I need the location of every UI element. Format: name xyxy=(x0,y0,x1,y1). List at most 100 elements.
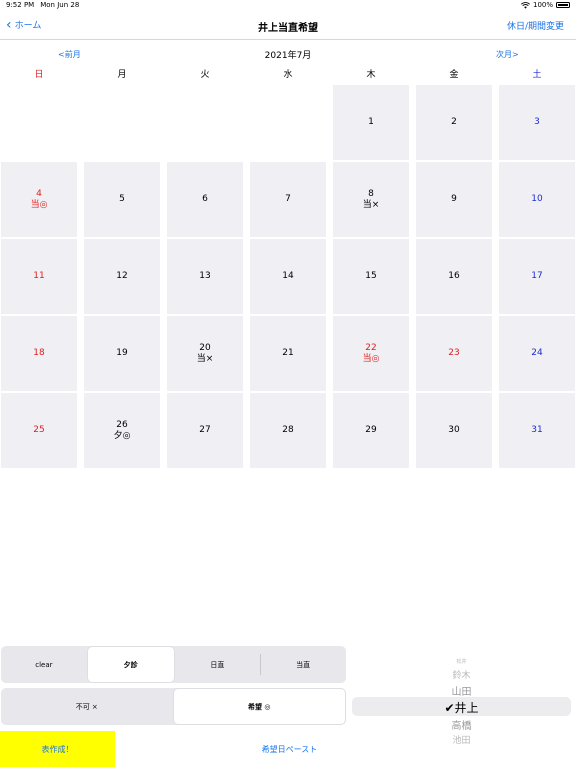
duty-mark: 当× xyxy=(196,353,214,364)
calendar-day-cell[interactable]: 28 xyxy=(250,393,326,468)
day-number: 14 xyxy=(282,271,294,281)
picker-row[interactable]: 高橋 xyxy=(352,717,571,732)
calendar-day-cell[interactable]: 23 xyxy=(416,316,492,391)
page-title: 井上当直希望 xyxy=(258,23,318,34)
day-number: 15 xyxy=(365,271,377,281)
calendar-day-cell[interactable]: 19 xyxy=(84,316,160,391)
month-title: 2021年7月 xyxy=(264,51,312,61)
calendar-day-cell[interactable]: 25 xyxy=(1,393,77,468)
day-number: 26 xyxy=(116,419,128,430)
make-table-button[interactable]: 表作成！ xyxy=(0,731,115,767)
day-number: 20 xyxy=(199,342,211,353)
weekday-sat: 土 xyxy=(532,70,542,80)
checkmark-icon: ✔ xyxy=(444,701,455,715)
calendar-day-cell[interactable]: 21 xyxy=(250,316,326,391)
day-number: 23 xyxy=(448,348,460,358)
day-number: 25 xyxy=(33,425,45,435)
shift-option-clear[interactable]: clear xyxy=(1,646,87,683)
calendar-day-cell[interactable]: 12 xyxy=(84,239,160,314)
calendar-day-cell[interactable]: 3 xyxy=(499,85,575,160)
weekday-sun: 日 xyxy=(34,70,44,80)
calendar-day-cell[interactable]: 24 xyxy=(499,316,575,391)
calendar-day-cell[interactable]: 27 xyxy=(167,393,243,468)
weekday-tue: 火 xyxy=(200,70,210,80)
day-number: 29 xyxy=(365,425,377,435)
weekday-fri: 金 xyxy=(449,70,459,80)
duty-mark: 当◎ xyxy=(30,199,48,210)
status-bar: 9:52 PM Mon Jun 28 100% xyxy=(0,0,576,12)
day-number: 13 xyxy=(199,271,211,281)
picker-row[interactable]: 鈴木 xyxy=(352,668,571,681)
picker-row[interactable]: 松井 xyxy=(352,658,571,665)
calendar-day-cell[interactable]: 11 xyxy=(1,239,77,314)
calendar-day-cell[interactable]: 6 xyxy=(167,162,243,237)
calendar-day-cell[interactable]: 9 xyxy=(416,162,492,237)
day-number: 6 xyxy=(202,194,208,204)
day-number: 24 xyxy=(531,348,543,358)
calendar-day-cell[interactable]: 17 xyxy=(499,239,575,314)
day-number: 8 xyxy=(368,188,374,199)
day-number: 18 xyxy=(33,348,45,358)
calendar-day-cell[interactable]: 1 xyxy=(333,85,409,160)
day-number: 10 xyxy=(531,194,543,204)
weekday-mon: 月 xyxy=(117,70,127,80)
calendar-day-cell[interactable]: 16 xyxy=(416,239,492,314)
shift-option-evening[interactable]: 夕診 xyxy=(87,647,174,682)
day-number: 16 xyxy=(448,271,460,281)
calendar-day-cell[interactable]: 5 xyxy=(84,162,160,237)
calendar-empty-cell xyxy=(1,85,77,160)
calendar-day-cell[interactable]: 30 xyxy=(416,393,492,468)
calendar-day-cell[interactable]: 31 xyxy=(499,393,575,468)
picker-row[interactable]: 池田 xyxy=(352,733,571,746)
calendar-day-cell[interactable]: 15 xyxy=(333,239,409,314)
day-number: 21 xyxy=(282,348,294,358)
calendar-day-cell[interactable]: 29 xyxy=(333,393,409,468)
name-picker[interactable]: 松井 鈴木 山田 ✔井上 高橋 池田 xyxy=(352,652,571,752)
next-month-button[interactable]: 次月> xyxy=(496,49,519,60)
holiday-period-change-button[interactable]: 休日/期間変更 xyxy=(507,19,564,32)
navigation-bar: ‹ ホーム 井上当直希望 休日/期間変更 xyxy=(0,12,576,40)
day-number: 17 xyxy=(531,271,543,281)
calendar-empty-cell xyxy=(84,85,160,160)
day-number: 27 xyxy=(199,425,211,435)
status-time: 9:52 PM xyxy=(6,1,35,9)
month-header: <前月 2021年7月 次月> xyxy=(0,46,576,62)
calendar-empty-cell xyxy=(167,85,243,160)
calendar-day-cell[interactable]: 20 当× xyxy=(167,316,243,391)
calendar-day-cell[interactable]: 4 当◎ xyxy=(1,162,77,237)
day-number: 31 xyxy=(531,425,543,435)
duty-mark: 夕◎ xyxy=(113,430,131,441)
preference-option-unavailable[interactable]: 不可 × xyxy=(1,688,173,725)
day-number: 7 xyxy=(285,194,291,204)
calendar-day-cell[interactable]: 13 xyxy=(167,239,243,314)
day-number: 22 xyxy=(365,342,377,353)
shift-option-day-duty[interactable]: 日直 xyxy=(175,646,261,683)
battery-icon xyxy=(556,2,570,8)
day-number: 1 xyxy=(368,117,374,127)
paste-wish-days-button[interactable]: 希望日ペースト xyxy=(232,731,347,767)
calendar-day-cell[interactable]: 22 当◎ xyxy=(333,316,409,391)
day-number: 3 xyxy=(534,117,540,127)
picker-row-selected[interactable]: ✔井上 xyxy=(352,699,571,716)
day-number: 5 xyxy=(119,194,125,204)
picker-row[interactable]: 山田 xyxy=(352,683,571,698)
weekday-wed: 水 xyxy=(283,70,293,80)
picker-selected-name: 井上 xyxy=(454,701,479,715)
shift-type-segmented-control: clear 夕診 日直 当直 xyxy=(1,646,346,683)
calendar-day-cell[interactable]: 26 夕◎ xyxy=(84,393,160,468)
battery-percent: 100% xyxy=(532,1,553,9)
preference-option-wish[interactable]: 希望 ◎ xyxy=(173,689,345,724)
duty-mark: 当× xyxy=(362,199,380,210)
calendar-day-cell[interactable]: 18 xyxy=(1,316,77,391)
day-number: 11 xyxy=(33,271,45,281)
weekday-header: 日 月 火 水 木 金 土 xyxy=(0,66,576,82)
calendar-day-cell[interactable]: 14 xyxy=(250,239,326,314)
calendar-day-cell[interactable]: 10 xyxy=(499,162,575,237)
duty-mark: 当◎ xyxy=(362,353,380,364)
calendar-day-cell[interactable]: 2 xyxy=(416,85,492,160)
calendar-day-cell[interactable]: 8 当× xyxy=(333,162,409,237)
calendar-day-cell[interactable]: 7 xyxy=(250,162,326,237)
day-number: 19 xyxy=(116,348,128,358)
day-number: 2 xyxy=(451,117,457,127)
shift-option-night-duty[interactable]: 当直 xyxy=(260,646,346,683)
